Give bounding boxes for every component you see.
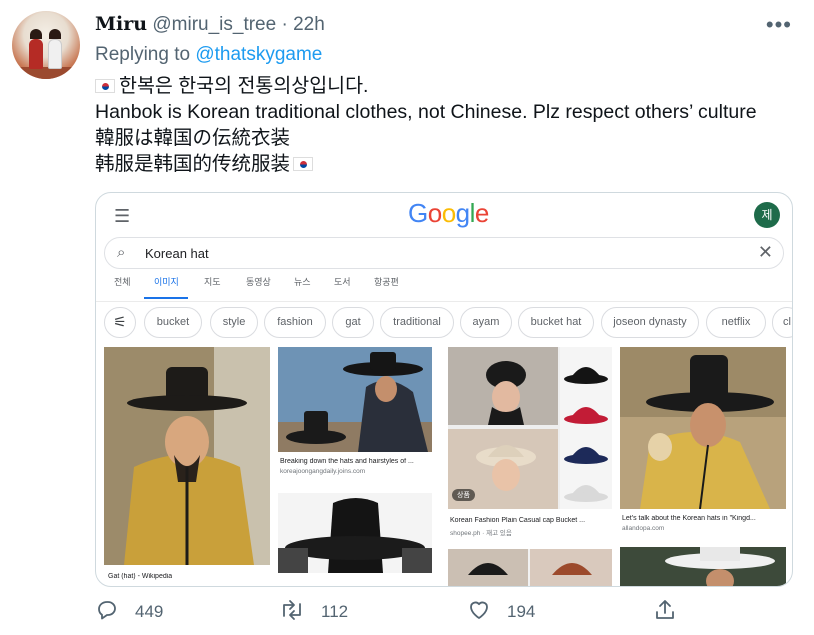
tab-maps: 지도: [204, 277, 221, 287]
tweet-text: 한복은 한국의 전통의상입니다. Hanbok is Korean tradit…: [95, 73, 795, 177]
timestamp[interactable]: 22h: [293, 14, 325, 35]
chip: fashion: [264, 307, 326, 338]
share-icon: [656, 600, 674, 619]
result-caption: Let's talk about the Korean hats in "Kin…: [622, 515, 756, 522]
kingdom-illustration: [620, 347, 786, 509]
logo-letter: o: [441, 198, 456, 228]
chip: cl: [772, 307, 792, 338]
search-box: ⌕ Korean hat ✕: [104, 237, 784, 269]
display-name[interactable]: Miru: [95, 13, 147, 35]
avatar-hat: [30, 29, 42, 39]
retweet-count: 112: [321, 602, 349, 621]
tweet-line-text: 韩服是韩国的传统服装: [95, 153, 291, 175]
tweet-line-korean: 한복은 한국의 전통의상입니다.: [95, 73, 795, 99]
tweet-line-english: Hanbok is Korean traditional clothes, no…: [95, 101, 757, 123]
reply-button[interactable]: 449: [95, 598, 163, 622]
chip: traditional: [380, 307, 454, 338]
avatar-hat: [49, 29, 61, 39]
search-icon: ⌕: [117, 244, 126, 261]
hat-closeup-illustration: [278, 493, 432, 573]
chip: gat: [332, 307, 374, 338]
logo-letter: o: [427, 198, 442, 228]
chip: style: [210, 307, 258, 338]
tab-news: 뉴스: [294, 277, 311, 287]
chip: joseon dynasty: [601, 307, 699, 338]
avatar-ground: [12, 67, 80, 79]
close-icon: ✕: [757, 242, 773, 262]
avatar-figure: [29, 39, 43, 69]
mention-link[interactable]: @thatskygame: [195, 44, 322, 65]
result-image-kingdom-2: [620, 547, 786, 586]
result-source: koreajoongangdaily.joins.com: [280, 468, 366, 475]
tune-icon: ⚟: [104, 307, 136, 338]
reply-icon: [98, 601, 116, 620]
result-image-bucket-hats: [448, 347, 612, 509]
result-caption: Korean Fashion Plain Casual cap Bucket .…: [450, 517, 586, 524]
tweet-header: Miru @miru_is_tree · 22h: [95, 13, 325, 36]
chip: bucket: [144, 307, 202, 338]
avatar-figure: [48, 39, 62, 69]
hamburger-menu-icon: ☰: [114, 206, 131, 226]
gat-portrait-illustration: [104, 347, 270, 565]
result-caption: Gat (hat) - Wikipedia: [108, 573, 173, 580]
chip: bucket hat: [518, 307, 594, 338]
result-caption: Breaking down the hats and hairstyles of…: [280, 458, 414, 465]
bucket-hats-illustration: [448, 347, 612, 509]
logo-letter: e: [474, 198, 489, 228]
replying-to: Replying to @thatskygame: [95, 44, 322, 66]
result-image-gat-portrait: [104, 347, 270, 565]
tab-flights: 항공편: [374, 277, 399, 287]
tab-books: 도서: [334, 277, 351, 287]
retweet-button[interactable]: 112: [279, 598, 348, 622]
account-avatar: 제: [754, 202, 780, 228]
result-source: allandopa.com: [622, 525, 665, 532]
user-handle[interactable]: @miru_is_tree: [152, 14, 276, 35]
like-count: 194: [507, 602, 536, 621]
logo-letter: G: [408, 198, 428, 228]
reply-count: 449: [135, 602, 164, 621]
google-logo: Google: [408, 198, 489, 229]
heart-icon: [470, 601, 488, 619]
hats-row-illustration: [448, 549, 612, 586]
search-query: Korean hat: [145, 246, 209, 261]
avatar[interactable]: [12, 11, 80, 79]
tweet-line-chinese: 韩服是韩国的传统服装: [95, 151, 795, 177]
tweet-actions: 449 112 194: [95, 598, 735, 628]
tab-images: 이미지: [154, 277, 179, 287]
chip: ayam: [460, 307, 512, 338]
result-image-hat-closeup: [278, 493, 432, 573]
divider: [96, 301, 792, 302]
result-image-hats: [278, 347, 432, 452]
retweet-icon: [283, 600, 301, 620]
tweet-line-text: 한복은 한국의 전통의상입니다.: [119, 75, 369, 97]
tab-videos: 동영상: [246, 277, 271, 287]
active-tab-indicator: [144, 297, 188, 299]
separator: ·: [281, 14, 288, 35]
more-horizontal-icon[interactable]: •••: [766, 12, 792, 38]
share-button[interactable]: [653, 598, 693, 622]
attached-image[interactable]: ☰ Google 제 ⌕ Korean hat ✕ 전체 이미지 지도 동영상 …: [95, 192, 793, 587]
result-source: shopee.ph · 재고 있음: [450, 530, 512, 537]
chip: netflix: [706, 307, 766, 338]
south-korea-flag-icon: [293, 157, 314, 171]
product-badge: 상품: [452, 489, 475, 501]
tweet-line-japanese: 韓服は韓国の伝統衣装: [95, 127, 291, 149]
logo-letter: g: [455, 198, 470, 228]
result-image-kingdom: [620, 347, 786, 509]
hats-illustration: [278, 347, 432, 452]
south-korea-flag-icon: [95, 79, 115, 93]
kingdom-2-illustration: [620, 547, 786, 586]
replying-label: Replying to: [95, 44, 191, 65]
tab-all: 전체: [114, 277, 131, 287]
result-image-hats-row: [448, 549, 612, 586]
like-button[interactable]: 194: [467, 598, 535, 622]
